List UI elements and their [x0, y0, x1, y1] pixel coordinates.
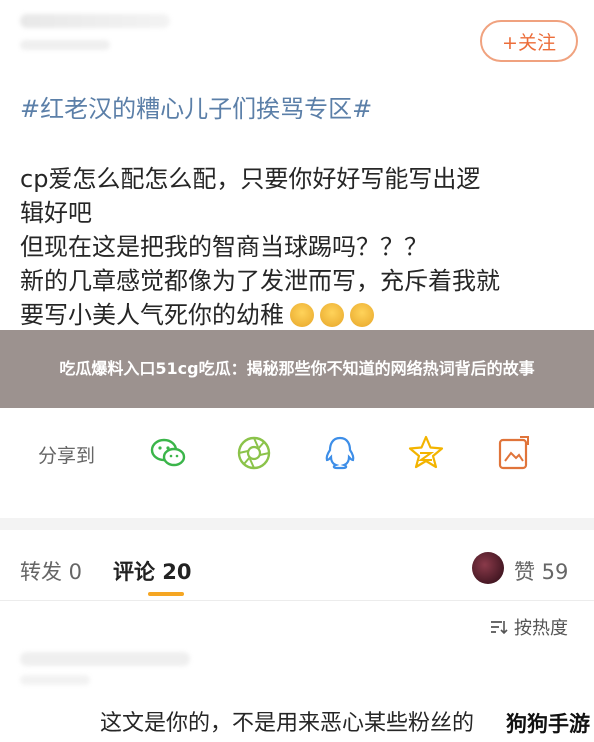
qzone-icon[interactable]	[406, 433, 446, 473]
surprised-emoji-icon	[290, 303, 314, 327]
surprised-emoji-icon	[320, 303, 344, 327]
hashtag-link[interactable]: #红老汉的糟心儿子们挨骂专区#	[20, 92, 580, 126]
section-divider	[0, 518, 594, 530]
headline-banner: 吃瓜爆料入口51cg吃瓜：揭秘那些你不知道的网络热词背后的故事	[0, 330, 594, 408]
tabs-divider	[0, 600, 594, 601]
commenter-meta-blurred	[20, 675, 90, 685]
share-bar: 分享到	[0, 425, 594, 485]
post-line: cp爱怎么配怎么配，只要你好好写能写出逻	[20, 165, 481, 193]
share-label: 分享到	[38, 445, 96, 467]
tab-likes[interactable]: 赞 59	[514, 556, 568, 586]
post-line: 新的几章感觉都像为了发泄而写，充斥着我就	[20, 267, 500, 295]
post-body: #红老汉的糟心儿子们挨骂专区# cp爱怎么配怎么配，只要你好好写能写出逻 辑好吧…	[20, 92, 580, 332]
author-meta-blurred	[20, 40, 110, 50]
sort-toggle[interactable]: 按热度	[490, 614, 568, 640]
image-share-icon[interactable]	[494, 433, 534, 473]
qq-icon[interactable]	[320, 433, 360, 473]
surprised-emoji-icon	[350, 303, 374, 327]
post-line: 但现在这是把我的智商当球踢吗？？？	[20, 233, 428, 261]
site-watermark: 狗狗手游	[502, 708, 594, 738]
follow-button[interactable]: +关注	[480, 20, 578, 62]
sort-label: 按热度	[514, 618, 568, 639]
author-name-blurred	[20, 14, 170, 28]
moments-icon[interactable]	[234, 433, 274, 473]
tab-comments[interactable]: 评论 20	[113, 556, 192, 586]
sort-icon	[491, 621, 508, 635]
post-line-with-emoji: 要写小美人气死你的幼稚	[20, 298, 580, 332]
tab-repost[interactable]: 转发 0	[20, 556, 82, 586]
headline-text: 吃瓜爆料入口51cg吃瓜：揭秘那些你不知道的网络热词背后的故事	[59, 359, 535, 378]
post-line: 要写小美人气死你的幼稚	[20, 301, 284, 329]
comment-text: 这文是你的，不是用来恶心某些粉丝的	[100, 711, 475, 736]
liker-avatar	[472, 552, 504, 584]
active-tab-indicator	[148, 592, 184, 596]
interaction-tabs: 转发 0 评论 20 赞 59	[0, 548, 594, 598]
wechat-icon[interactable]	[148, 433, 188, 473]
post-line: 辑好吧	[20, 199, 92, 227]
commenter-name-blurred	[20, 652, 190, 666]
post-header: +关注	[0, 0, 594, 90]
